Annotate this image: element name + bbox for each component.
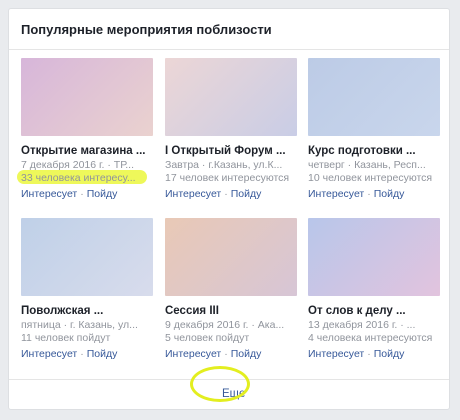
event-actions: Интересует · Пойду [21,348,153,360]
event-actions: Интересует · Пойду [308,188,440,200]
event-interest-count: 4 человека интересуются [308,332,433,344]
event-thumbnail[interactable] [165,58,297,136]
event-date-location: 7 декабря 2016 г. · ТР... [21,159,134,171]
event-thumbnail[interactable] [308,218,440,296]
event-title[interactable]: Курс подготовки ... [308,145,440,157]
interested-button[interactable]: Интересует [21,188,77,200]
event-date-location: пятница · г. Казань, ул... [21,319,138,331]
event-card: Поволжская ... пятница · г. Казань, ул..… [21,218,153,360]
interested-button[interactable]: Интересует [308,348,364,360]
event-card: I Открытый Форум ... Завтра · г.Казань, … [165,58,297,200]
action-separator: · [80,348,84,360]
event-title[interactable]: Открытие магазина ... [21,145,153,157]
event-title[interactable]: Сессия III [165,305,297,317]
event-actions: Интересует · Пойду [308,348,440,360]
going-button[interactable]: Пойду [374,188,405,200]
events-grid: Открытие магазина ... 7 декабря 2016 г. … [17,58,441,368]
action-separator: · [367,348,371,360]
event-date-location: 13 декабря 2016 г. · ... [308,319,416,331]
going-button[interactable]: Пойду [231,188,262,200]
event-interest-count: 10 человек интересуются [308,172,433,184]
action-separator: · [224,348,228,360]
event-card: Сессия III 9 декабря 2016 г. · Ака... 5 … [165,218,297,360]
widget-title: Популярные мероприятия поблизости [21,22,272,37]
event-thumbnail[interactable] [21,218,153,296]
interested-button[interactable]: Интересует [308,188,364,200]
event-date-location: четверг · Казань, Респ... [308,159,426,171]
event-actions: Интересует · Пойду [21,188,153,200]
action-separator: · [224,188,228,200]
widget-header: Популярные мероприятия поблизости [9,9,449,50]
event-interest-count: 5 человек пойдут [165,332,250,344]
interested-button[interactable]: Интересует [21,348,77,360]
event-card: От слов к делу ... 13 декабря 2016 г. · … [308,218,440,360]
going-button[interactable]: Пойду [87,188,118,200]
popular-events-widget: Популярные мероприятия поблизости Открыт… [8,8,450,410]
action-separator: · [80,188,84,200]
event-interest-count: 33 человека интересу... [21,172,136,184]
event-title[interactable]: Поволжская ... [21,305,153,317]
event-thumbnail[interactable] [165,218,297,296]
more-highlight-circle [190,366,250,402]
event-title[interactable]: I Открытый Форум ... [165,145,297,157]
going-button[interactable]: Пойду [231,348,262,360]
event-date-location: 9 декабря 2016 г. · Ака... [165,319,285,331]
interested-button[interactable]: Интересует [165,348,221,360]
event-interest-count: 11 человек пойдут [21,332,111,344]
event-date-location: Завтра · г.Казань, ул.К... [165,159,283,171]
event-actions: Интересует · Пойду [165,348,297,360]
action-separator: · [367,188,371,200]
going-button[interactable]: Пойду [374,348,405,360]
going-button[interactable]: Пойду [87,348,118,360]
event-thumbnail[interactable] [21,58,153,136]
event-card: Курс подготовки ... четверг · Казань, Ре… [308,58,440,200]
event-thumbnail[interactable] [308,58,440,136]
event-actions: Интересует · Пойду [165,188,297,200]
event-interest-count: 17 человек интересуются [165,172,290,184]
event-title[interactable]: От слов к делу ... [308,305,440,317]
event-card: Открытие магазина ... 7 декабря 2016 г. … [17,58,153,200]
interested-button[interactable]: Интересует [165,188,221,200]
